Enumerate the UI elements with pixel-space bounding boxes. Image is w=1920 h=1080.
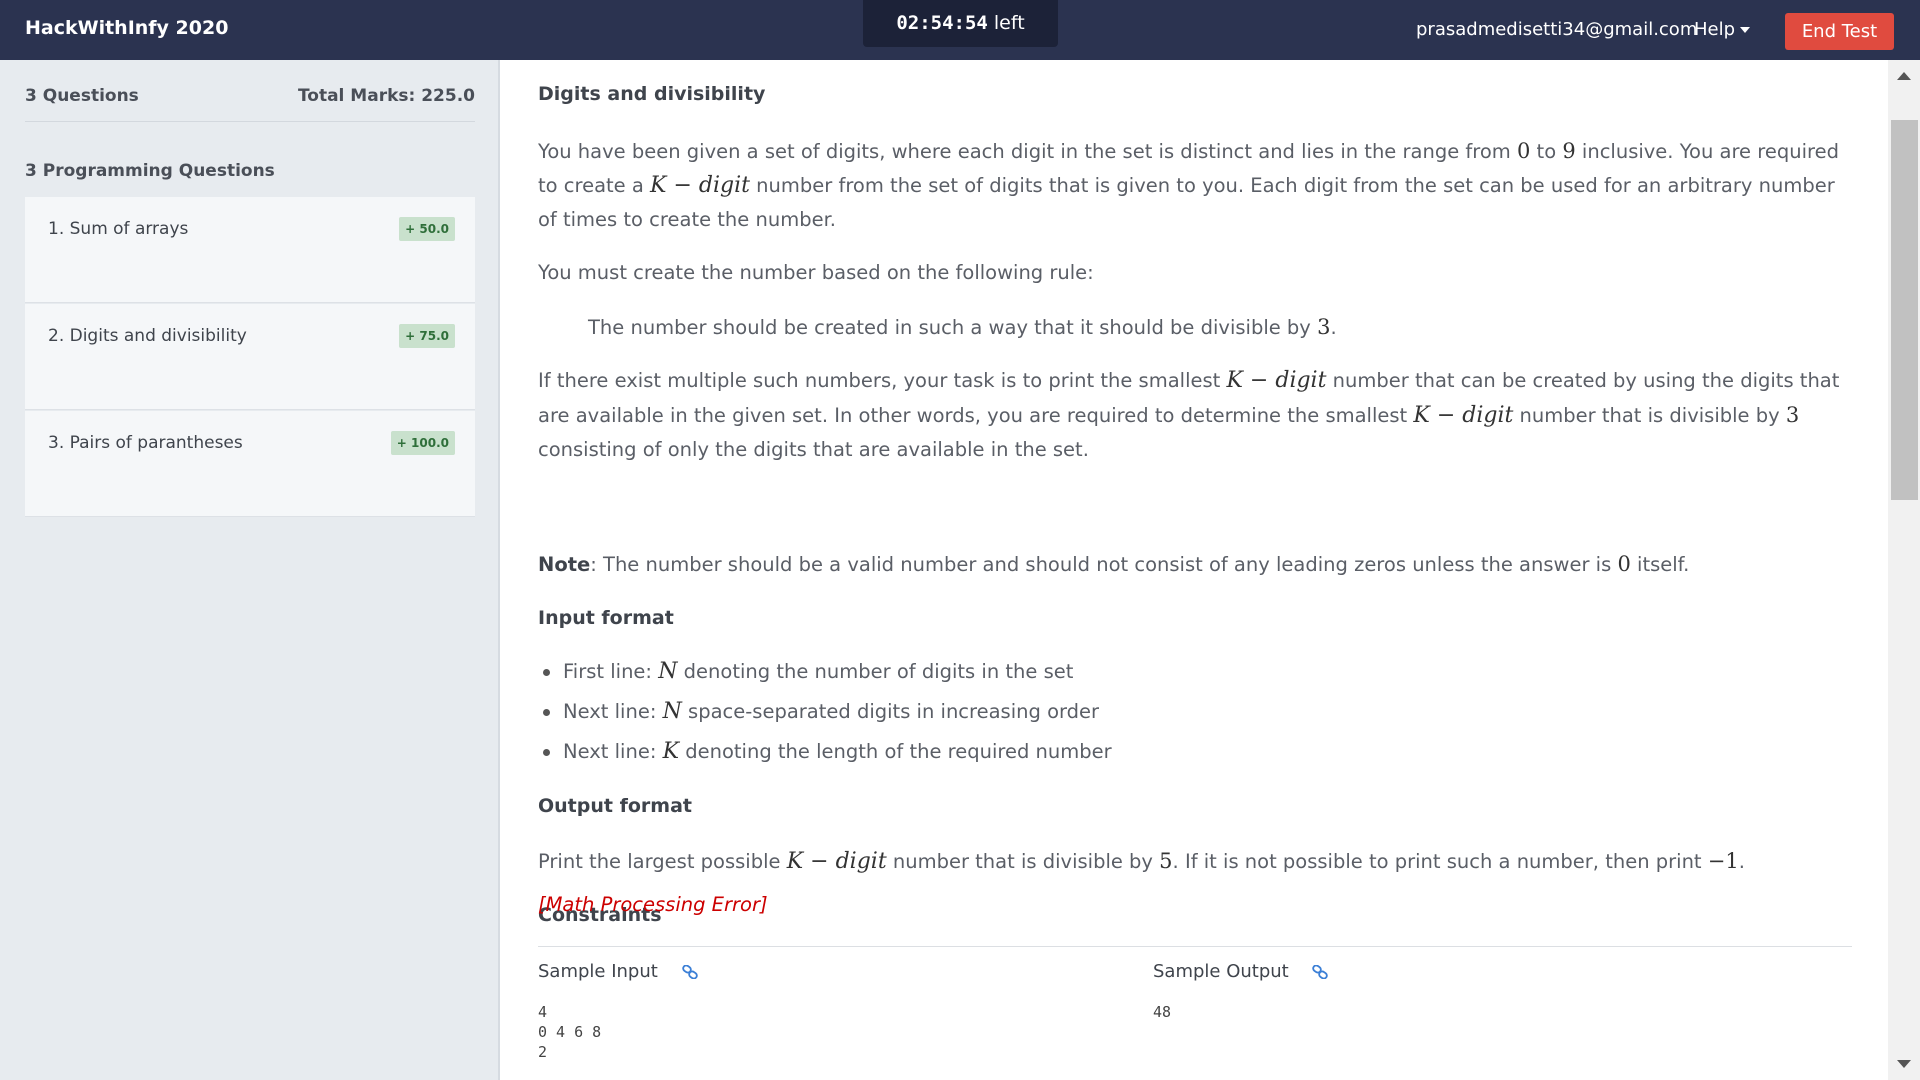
sample-output-label: Sample Output (1153, 961, 1289, 982)
output-paragraph: Print the largest possible K − digit num… (538, 844, 1852, 879)
link-icon[interactable] (682, 965, 698, 979)
list-item: Next line: K denoting the length of the … (543, 732, 1112, 772)
scroll-up-icon[interactable] (1897, 72, 1911, 80)
task-text: consisting of only the digits that are a… (538, 438, 1089, 461)
note-text: itself. (1630, 553, 1690, 576)
math-inline: K − digit (1226, 368, 1327, 393)
list-item: Next line: N space-separated digits in i… (543, 692, 1112, 732)
countdown-timer: 02:54:54 left (863, 0, 1058, 47)
output-format-heading: Output format (538, 795, 692, 817)
math-inline: 0 (1516, 139, 1531, 163)
math-inline: 0 (1617, 552, 1631, 576)
link-icon[interactable] (1312, 965, 1328, 979)
end-test-button[interactable]: End Test (1785, 13, 1894, 50)
math-inline: −1 (1707, 849, 1739, 873)
divider (538, 946, 1852, 947)
math-inline: 9 (1562, 139, 1576, 163)
question-title: 1. Sum of arrays (48, 219, 189, 239)
math-inline: 5 (1159, 849, 1173, 873)
code-line: 4 (538, 1003, 548, 1021)
timer-suffix: left (993, 12, 1025, 34)
marks-badge: + 100.0 (390, 431, 455, 455)
note-label: Note (538, 553, 591, 576)
problem-panel: Digits and divisibility You have been gi… (502, 60, 1888, 1080)
input-format-list: First line: N denoting the number of dig… (543, 652, 1112, 772)
scrollbar[interactable] (1888, 60, 1920, 1080)
section-title: 3 Programming Questions (25, 161, 275, 181)
intro-text: to (1530, 140, 1563, 163)
intro-paragraph: You have been given a set of digits, whe… (538, 134, 1852, 237)
math-inline: 3 (1785, 403, 1800, 427)
math-inline: K − digit (786, 849, 887, 874)
item-text: space-separated digits in increasing ord… (681, 700, 1100, 723)
question-item-1[interactable]: 1. Sum of arrays + 50.0 (25, 197, 475, 303)
question-item-3[interactable]: 3. Pairs of parantheses + 100.0 (25, 411, 475, 517)
item-text: First line: (563, 660, 659, 683)
output-text: . If it is not possible to print such a … (1172, 850, 1708, 873)
math-inline: K (662, 739, 680, 764)
scroll-thumb[interactable] (1891, 120, 1918, 500)
sample-input-label: Sample Input (538, 961, 658, 982)
output-text: Print the largest possible (538, 850, 787, 873)
item-text: denoting the number of digits in the set (677, 660, 1074, 683)
code-line: 2 (538, 1043, 548, 1061)
task-paragraph: If there exist multiple such numbers, yo… (538, 364, 1852, 467)
math-inline: K − digit (1413, 403, 1514, 428)
constraints-error: [Math Processing Error] (538, 893, 768, 916)
rule-statement: The number should be created in such a w… (588, 310, 1852, 345)
item-text: Next line: (563, 740, 663, 763)
brand-title: HackWithInfy 2020 (25, 17, 229, 39)
input-format-heading: Input format (538, 607, 674, 629)
chevron-down-icon (1740, 27, 1751, 33)
item-text: Next line: (563, 700, 663, 723)
top-bar: HackWithInfy 2020 02:54:54 left prasadme… (0, 0, 1920, 60)
code-line: 0 4 6 8 (538, 1023, 602, 1041)
math-inline: K − digit (650, 173, 750, 198)
rule-text: . (1330, 316, 1337, 339)
user-email: prasadmedisetti34@gmail.com (1416, 19, 1698, 40)
problem-title: Digits and divisibility (538, 83, 766, 105)
question-count: 3 Questions (25, 86, 139, 106)
math-inline: 3 (1317, 315, 1331, 339)
marks-badge: + 75.0 (399, 324, 455, 348)
output-text: number that is divisible by (886, 850, 1160, 873)
total-marks: Total Marks: 225.0 (297, 86, 475, 106)
item-text: denoting the length of the required numb… (679, 740, 1112, 763)
note-text: : The number should be a valid number an… (590, 553, 1618, 576)
scroll-down-icon[interactable] (1897, 1060, 1911, 1068)
sample-output-code: 48 (1153, 1002, 1171, 1022)
question-item-2[interactable]: 2. Digits and divisibility + 75.0 (25, 304, 475, 410)
question-title: 3. Pairs of parantheses (48, 433, 243, 453)
rule-intro: You must create the number based on the … (538, 261, 1094, 284)
question-title: 2. Digits and divisibility (48, 326, 247, 346)
task-text: number that is divisible by (1513, 404, 1786, 427)
note-paragraph: Note: The number should be a valid numbe… (538, 547, 1852, 582)
code-line: 48 (1153, 1003, 1172, 1021)
help-label: Help (1694, 19, 1736, 40)
question-sidebar: 3 Questions Total Marks: 225.0 3 Program… (0, 60, 500, 1080)
rule-text: The number should be created in such a w… (588, 316, 1318, 339)
math-inline: N (662, 699, 682, 724)
timer-value: 02:54:54 (896, 12, 988, 34)
output-text: . (1738, 850, 1745, 873)
task-text: If there exist multiple such numbers, yo… (538, 369, 1227, 392)
math-inline: N (658, 659, 678, 684)
sidebar-header: 3 Questions Total Marks: 225.0 (25, 86, 475, 122)
intro-text: You have been given a set of digits, whe… (538, 140, 1517, 163)
sample-input-code: 4 0 4 6 8 2 (538, 1002, 601, 1062)
help-menu[interactable]: Help (1694, 19, 1751, 40)
list-item: First line: N denoting the number of dig… (543, 652, 1112, 692)
marks-badge: + 50.0 (399, 217, 455, 241)
